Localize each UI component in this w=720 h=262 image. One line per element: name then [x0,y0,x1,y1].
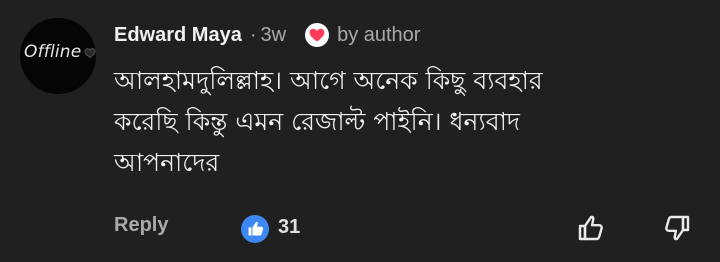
separator-dot: · [249,23,257,46]
heart-icon [84,44,96,58]
thumbs-down-outline-icon[interactable] [658,210,694,246]
comment-text-line: আলহামদুলিল্লাহ। আগে অনেক কিছু ব্যবহার [114,66,543,95]
comment: Offline Edward Maya · 3w by author আলহাম… [0,0,720,262]
comment-timestamp[interactable]: 3w [261,24,287,47]
comment-text: আলহামদুলিল্লাহ। আগে অনেক কিছু ব্যবহার কর… [114,60,674,183]
comment-header: Edward Maya · 3w by author [114,20,420,50]
reply-button[interactable]: Reply [114,214,168,237]
thumbs-up-outline-icon[interactable] [574,210,610,246]
like-count: 31 [278,216,301,238]
author-name[interactable]: Edward Maya [114,24,242,47]
comment-text-line: আপনাদের [114,148,220,177]
thumbs-up-icon [240,214,270,244]
by-author-label: by author [337,23,421,46]
comment-actions: Reply 31 [0,206,720,250]
avatar-text: Offline [24,42,82,62]
heart-icon [304,22,330,48]
avatar[interactable]: Offline [20,18,96,94]
comment-text-line: করেছি কিন্তু এমন রেজাল্ট পাইনি। ধন্যবাদ [114,107,520,136]
